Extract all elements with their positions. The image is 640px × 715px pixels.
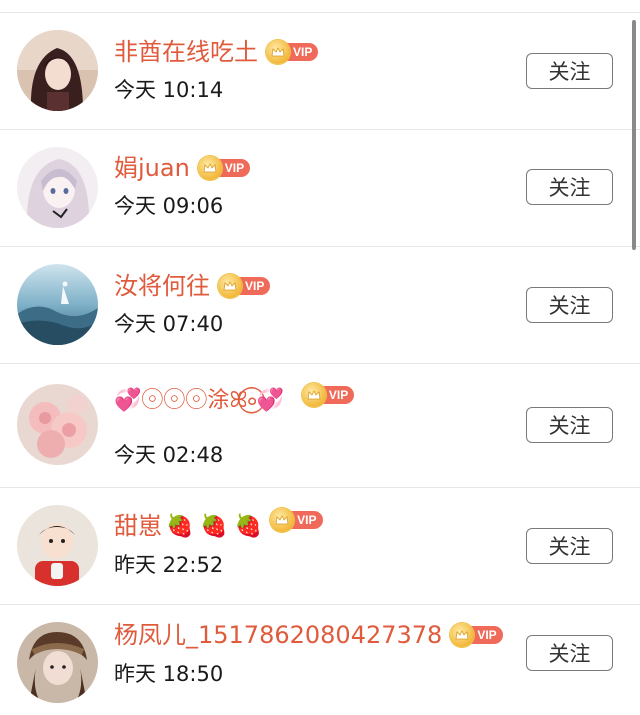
avatar[interactable] bbox=[17, 505, 98, 586]
user-name[interactable]: 娟juan bbox=[114, 153, 190, 183]
crown-icon bbox=[197, 156, 222, 180]
strawberry-icons: 🍓 🍓 🍓 bbox=[166, 513, 263, 539]
timestamp: 昨天 18:50 bbox=[114, 662, 224, 686]
list-item[interactable]: 杨凤儿_1517862080427378 VIP 昨天 18:50 关注 bbox=[0, 605, 640, 715]
follower-list: 非酋在线吃土 VIP 今天 10:14 关注 娟juan VIP 今天 09:0… bbox=[0, 13, 640, 715]
list-item[interactable]: 💞◦⃝◦⃝◦⃝涂ꕤ◦⃝💞 VIP 今天 02:48 关注 bbox=[0, 364, 640, 488]
avatar[interactable] bbox=[17, 384, 98, 465]
user-name[interactable]: 杨凤儿_1517862080427378 bbox=[114, 620, 442, 650]
name-line: 甜崽 🍓 🍓 🍓 VIP bbox=[114, 508, 323, 541]
name-line: 💞◦⃝◦⃝◦⃝涂ꕤ◦⃝💞 VIP bbox=[114, 383, 355, 416]
vip-badge: VIP bbox=[270, 508, 323, 532]
crown-icon bbox=[301, 383, 326, 407]
vip-badge: VIP bbox=[197, 156, 251, 180]
vip-badge: VIP bbox=[218, 274, 271, 298]
vip-badge: VIP bbox=[301, 383, 355, 407]
follow-button[interactable]: 关注 bbox=[526, 169, 613, 205]
vip-badge: VIP bbox=[266, 40, 319, 64]
crown-icon bbox=[266, 40, 290, 64]
crown-icon bbox=[218, 274, 242, 298]
user-name[interactable]: 汝将何往 bbox=[114, 271, 210, 301]
follow-button[interactable]: 关注 bbox=[526, 635, 613, 671]
avatar[interactable] bbox=[17, 147, 98, 228]
user-name[interactable]: 非酋在线吃土 bbox=[114, 37, 258, 67]
vip-badge: VIP bbox=[450, 623, 503, 647]
user-name[interactable]: 💞◦⃝◦⃝◦⃝涂ꕤ◦⃝💞 bbox=[114, 386, 284, 416]
scrollbar[interactable] bbox=[632, 20, 636, 250]
follow-button[interactable]: 关注 bbox=[526, 287, 613, 323]
name-line: 娟juan VIP bbox=[114, 153, 251, 183]
list-item[interactable]: 甜崽 🍓 🍓 🍓 VIP 昨天 22:52 关注 bbox=[0, 488, 640, 605]
list-item[interactable]: 娟juan VIP 今天 09:06 关注 bbox=[0, 130, 640, 247]
timestamp: 今天 10:14 bbox=[114, 78, 224, 102]
list-item[interactable]: 汝将何往 VIP 今天 07:40 关注 bbox=[0, 247, 640, 364]
timestamp: 今天 09:06 bbox=[114, 194, 224, 218]
avatar[interactable] bbox=[17, 622, 98, 703]
list-item[interactable]: 非酋在线吃土 VIP 今天 10:14 关注 bbox=[0, 13, 640, 130]
timestamp: 今天 07:40 bbox=[114, 312, 224, 336]
follow-button[interactable]: 关注 bbox=[526, 528, 613, 564]
crown-icon bbox=[270, 508, 295, 532]
name-line: 汝将何往 VIP bbox=[114, 271, 271, 301]
follow-button[interactable]: 关注 bbox=[526, 53, 613, 89]
timestamp: 今天 02:48 bbox=[114, 443, 224, 467]
timestamp: 昨天 22:52 bbox=[114, 553, 224, 577]
user-name[interactable]: 甜崽 bbox=[114, 511, 162, 541]
avatar[interactable] bbox=[17, 264, 98, 345]
name-line: 非酋在线吃土 VIP bbox=[114, 37, 319, 67]
follow-button[interactable]: 关注 bbox=[526, 407, 613, 443]
name-line: 杨凤儿_1517862080427378 VIP bbox=[114, 620, 503, 650]
avatar[interactable] bbox=[17, 30, 98, 111]
